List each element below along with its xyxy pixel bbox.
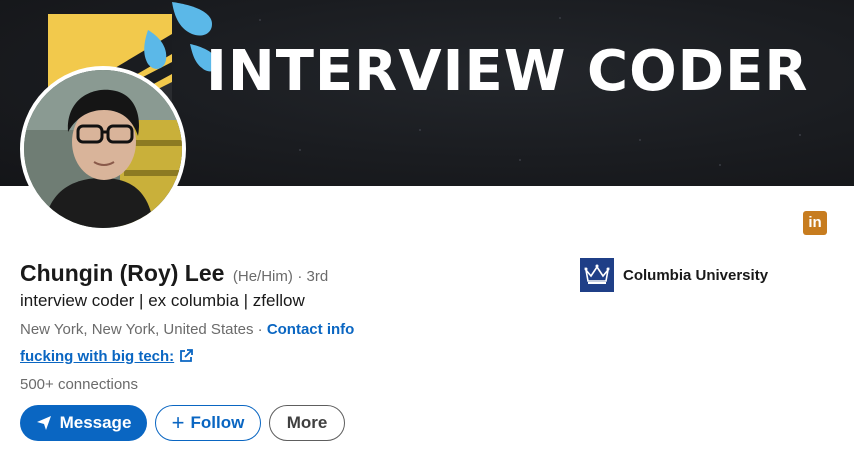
headline: interview coder | ex columbia | zfellow	[20, 291, 305, 310]
location-separator: ·	[257, 321, 263, 338]
message-button-label: Message	[59, 413, 132, 432]
follow-button[interactable]: + Follow	[155, 405, 261, 441]
name-row: Chungin (Roy) Lee (He/Him) · 3rd	[20, 260, 328, 287]
send-icon	[36, 416, 51, 430]
linkedin-icon[interactable]: in	[803, 211, 827, 235]
plus-icon: +	[171, 410, 185, 435]
contact-info-link[interactable]: Contact info	[267, 321, 355, 338]
message-button[interactable]: Message	[20, 405, 147, 441]
external-link-icon	[180, 349, 194, 362]
banner-title: INTERVIEW CODER	[206, 39, 809, 104]
more-button[interactable]: More	[269, 405, 345, 441]
more-button-label: More	[286, 413, 328, 432]
education-entry[interactable]: Columbia University	[580, 258, 768, 292]
profile-photo[interactable]	[20, 66, 186, 232]
school-name[interactable]: Columbia University	[623, 267, 768, 284]
pronouns: (He/Him)	[232, 268, 293, 285]
website-link[interactable]: fucking with big tech:	[20, 348, 194, 365]
follow-button-label: Follow	[190, 413, 245, 432]
website-link-text[interactable]: fucking with big tech:	[20, 348, 174, 365]
location-row: New York, New York, United States · Cont…	[20, 321, 354, 338]
connections-count[interactable]: 500+ connections	[20, 376, 138, 393]
crown-icon	[580, 258, 614, 292]
location: New York, New York, United States	[20, 321, 254, 338]
profile-name: Chungin (Roy) Lee	[20, 260, 225, 286]
connection-degree: · 3rd	[297, 268, 329, 285]
